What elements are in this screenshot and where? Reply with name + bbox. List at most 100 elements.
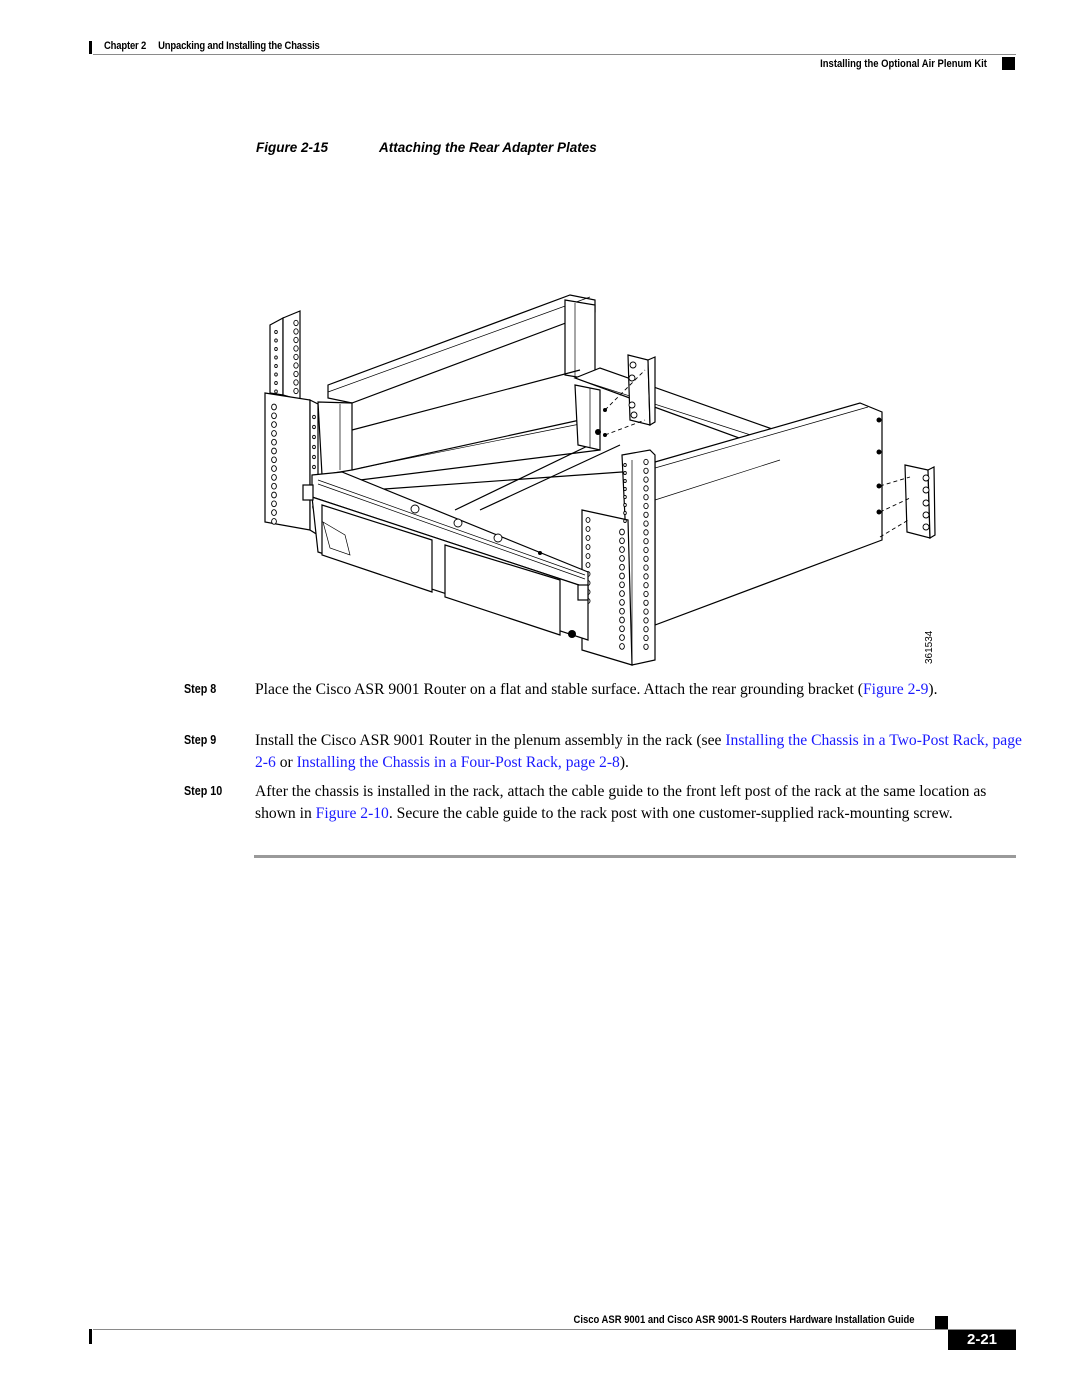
step-label: Step 9 <box>184 733 217 747</box>
rack-hole <box>293 336 299 344</box>
rack-hole <box>643 476 649 483</box>
rack-hole <box>643 538 649 545</box>
rack-hole <box>643 529 649 536</box>
rack-hole <box>271 438 277 446</box>
step-text-segment: ). <box>928 681 938 698</box>
rack-hole <box>271 456 277 464</box>
step-text: Place the Cisco ASR 9001 Router on a fla… <box>255 679 1025 701</box>
rack-hole <box>271 421 277 428</box>
rack-hole <box>271 403 277 411</box>
rack-hole <box>271 412 277 420</box>
router-chassis <box>302 471 589 641</box>
left-rack-post-front <box>264 392 319 537</box>
rack-hole <box>274 338 278 343</box>
chapter-title: Unpacking and Installing the Chassis <box>158 40 320 52</box>
rack-hole <box>274 329 278 335</box>
figure-label: Figure 2-15 <box>256 140 329 155</box>
rack-hole <box>585 526 591 532</box>
header-rule <box>93 54 1016 55</box>
rack-hole <box>312 464 316 470</box>
rack-hole <box>643 573 649 580</box>
rack-hole <box>623 486 627 492</box>
footer-marker-square <box>935 1316 948 1329</box>
rack-hole <box>271 491 277 499</box>
chapter-label: Chapter 2 <box>104 40 147 52</box>
chassis-plenum-drawing <box>264 294 936 666</box>
rack-hole <box>293 379 299 386</box>
rack-hole <box>293 370 299 378</box>
running-header-chapter: Chapter 2 Unpacking and Installing the Ch… <box>104 40 320 52</box>
rack-hole <box>643 643 649 650</box>
rack-hole <box>312 414 316 420</box>
running-header-section: Installing the Optional Air Plenum Kit <box>820 58 987 70</box>
figure-title: Attaching the Rear Adapter Plates <box>379 140 597 155</box>
header-left-bar <box>89 41 92 54</box>
step-text: Install the Cisco ASR 9001 Router in the… <box>255 730 1025 773</box>
step-label: Step 10 <box>184 784 223 798</box>
rack-hole <box>619 634 625 641</box>
step-label: Step 8 <box>184 682 217 696</box>
rack-hole <box>643 582 649 589</box>
header-marker-square <box>1002 57 1015 70</box>
step-text: After the chassis is installed in the ra… <box>255 781 1025 824</box>
rack-hole <box>643 564 649 571</box>
rack-hole <box>619 590 625 597</box>
rack-hole <box>293 328 299 335</box>
rack-hole <box>643 546 649 554</box>
rack-hole <box>619 563 625 571</box>
step-text-segment: Install the Cisco ASR 9001 Router in the… <box>255 732 726 749</box>
rack-hole <box>623 518 627 524</box>
rack-hole <box>271 482 277 490</box>
rack-hole <box>643 590 649 598</box>
rack-hole <box>643 634 649 642</box>
footer-guide-title: Cisco ASR 9001 and Cisco ASR 9001-S Rout… <box>573 1314 915 1326</box>
rack-hole <box>619 528 625 536</box>
rack-hole <box>623 494 627 500</box>
rack-hole <box>274 355 278 360</box>
rack-hole <box>623 462 627 468</box>
procedure-end-rule <box>254 855 1016 858</box>
page-number: 2-21 <box>948 1330 1016 1350</box>
step-text-segment: ). <box>619 753 629 771</box>
rack-hole <box>623 502 627 508</box>
rack-hole <box>585 544 591 550</box>
rack-hole <box>643 494 649 501</box>
rack-hole <box>293 345 299 352</box>
link-figure-2-10[interactable]: Figure 2-10 <box>316 805 389 822</box>
rack-hole <box>619 581 625 589</box>
rack-hole <box>293 319 299 327</box>
rear-adapter-plate-right <box>876 417 936 540</box>
rack-hole <box>274 363 278 369</box>
rack-hole <box>312 454 316 460</box>
rack-hole <box>271 509 277 516</box>
rack-hole <box>643 502 649 510</box>
rack-hole <box>643 485 649 492</box>
rack-hole <box>274 380 278 386</box>
footer-left-bar <box>89 1329 92 1344</box>
rack-hole <box>643 599 649 606</box>
link-figure-2-9[interactable]: Figure 2-9 <box>863 681 928 698</box>
step-text-segment: Place the Cisco ASR 9001 Router on a fla… <box>255 681 863 698</box>
rack-hole <box>312 424 316 430</box>
rack-hole <box>619 555 625 562</box>
rack-hole <box>619 616 625 624</box>
figure-caption: Figure 2-15 Attaching the Rear Adapter P… <box>256 140 597 155</box>
rack-hole <box>271 518 277 525</box>
rack-hole <box>585 553 591 559</box>
rack-hole <box>643 555 649 562</box>
rack-hole <box>271 500 277 508</box>
rack-hole <box>585 535 591 541</box>
rack-hole <box>619 625 625 633</box>
rack-hole <box>643 626 649 633</box>
link-four-post-rack[interactable]: Installing the Chassis in a Four-Post Ra… <box>297 754 620 771</box>
rack-hole <box>312 444 316 450</box>
rack-hole <box>271 447 277 455</box>
rack-hole <box>293 387 299 395</box>
rack-hole <box>643 467 649 474</box>
rack-hole <box>271 474 277 481</box>
right-rack-post <box>581 449 656 666</box>
rack-hole <box>274 346 278 352</box>
figure-id: 361534 <box>924 630 935 664</box>
rack-hole <box>643 520 649 527</box>
rack-hole <box>619 643 625 650</box>
